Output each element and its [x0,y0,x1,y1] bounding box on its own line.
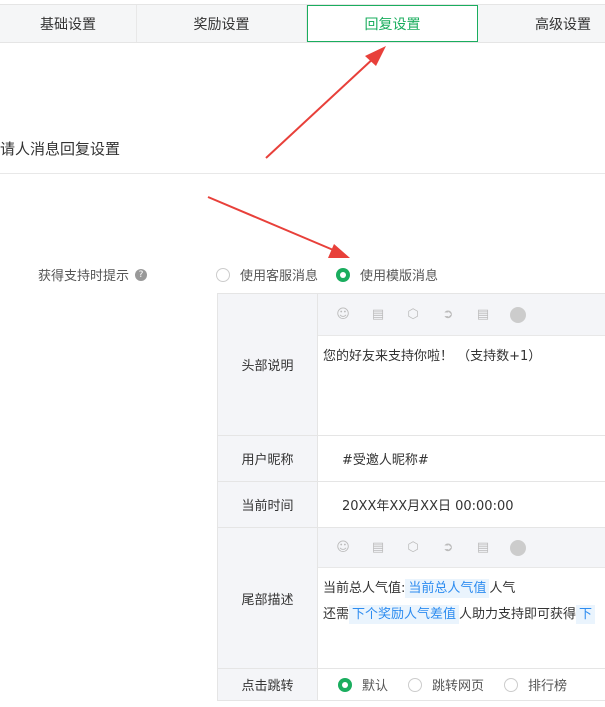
emoji-icon[interactable] [509,539,527,557]
variable-chip: 当前总人气值 [405,579,490,598]
header-editor[interactable]: 您的好友来支持你啦！ （支持数+1） [318,336,605,378]
time-value: 20XX年XX月XX日 00:00:00 [342,499,514,514]
doc-clock-icon[interactable]: ▤ [474,539,492,557]
template-table: 头部说明 ☺ ▤ ⬡ ➲ ▤ 您的好友来支持你啦！ （支持数+1） 用户昵称 #… [217,293,605,701]
radio-webpage[interactable]: 跳转网页 [408,675,484,694]
row-header: 头部说明 ☺ ▤ ⬡ ➲ ▤ 您的好友来支持你啦！ （支持数+1） [218,294,605,436]
arrow-icon [207,46,386,258]
row-label: 用户昵称 [218,436,318,481]
box-icon[interactable]: ⬡ [404,306,422,324]
user-icon[interactable]: ☺ [334,306,352,324]
doc-clock-icon[interactable]: ▤ [474,306,492,324]
label-text: 获得支持时提示 [38,269,130,284]
arrow-right-circle-icon[interactable]: ➲ [439,539,457,557]
radio-leaderboard[interactable]: 排行榜 [504,675,567,694]
row-time: 当前时间 20XX年XX月XX日 00:00:00 [218,482,605,528]
footer-editor[interactable]: 当前总人气值: 当前总人气值 人气 还需 下个奖励人气差值 人助力支持即可获得下 [318,568,605,636]
editor-toolbar: ☺ ▤ ⬡ ➲ ▤ [318,294,605,336]
variable-chip: 下个奖励人气差值 [349,605,460,624]
row-label: 当前时间 [218,482,318,527]
emoji-icon[interactable] [509,306,527,324]
doc-check-icon[interactable]: ▤ [369,539,387,557]
radio-template-message[interactable]: 使用模版消息 [336,265,438,284]
row-footer: 尾部描述 ☺ ▤ ⬡ ➲ ▤ 当前总人气值: 当前总人气值 人气 还需 下个奖励人气差… [218,528,605,669]
row-nickname: 用户昵称 #受邀人昵称# [218,436,605,482]
radio-default[interactable]: 默认 [338,675,388,694]
support-prompt-options: 使用客服消息 使用模版消息 [216,265,438,284]
support-prompt-label: 获得支持时提示 ? [38,265,148,284]
radio-customer-service[interactable]: 使用客服消息 [216,265,318,284]
row-jump: 点击跳转 默认 跳转网页 排行榜 [218,669,605,701]
editor-toolbar: ☺ ▤ ⬡ ➲ ▤ [318,528,605,568]
arrow-right-circle-icon[interactable]: ➲ [439,306,457,324]
help-icon[interactable]: ? [135,268,148,281]
box-icon[interactable]: ⬡ [404,539,422,557]
user-icon[interactable]: ☺ [334,539,352,557]
row-label: 点击跳转 [218,669,318,700]
row-label: 头部说明 [218,294,318,435]
doc-check-icon[interactable]: ▤ [369,306,387,324]
nickname-value: #受邀人昵称# [342,453,429,468]
annotation-arrows [207,46,386,258]
row-label: 尾部描述 [218,528,318,668]
variable-chip: 下 [576,605,596,624]
